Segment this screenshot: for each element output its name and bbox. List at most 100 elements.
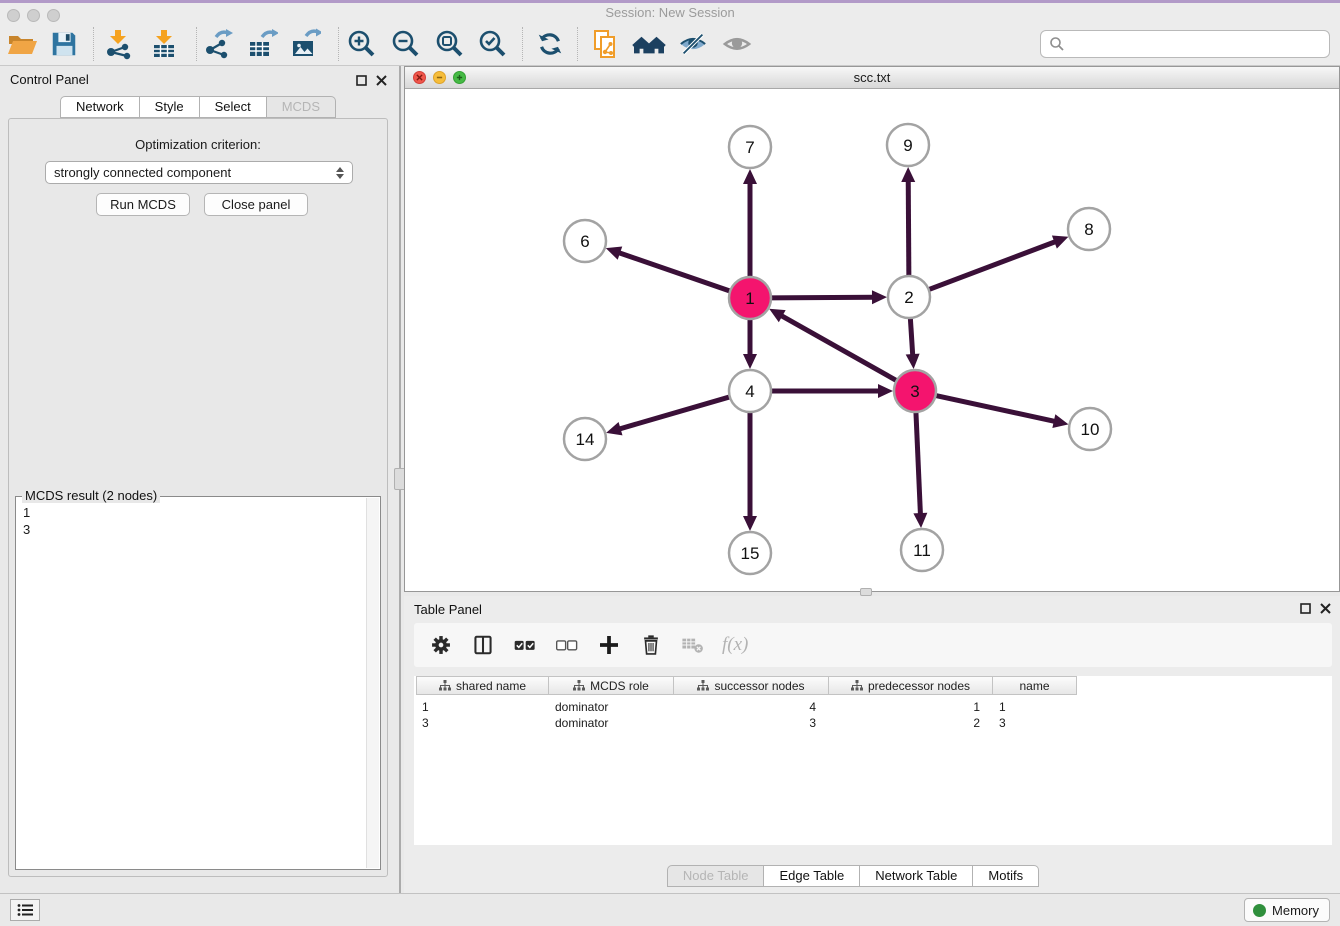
- open-file-button[interactable]: [4, 26, 40, 62]
- cell-predecessor-nodes[interactable]: 1: [829, 699, 993, 715]
- column-layout-button[interactable]: [470, 632, 496, 658]
- delete-table-button[interactable]: [680, 632, 706, 658]
- import-network-icon: [102, 28, 134, 60]
- tab-edge-table[interactable]: Edge Table: [764, 865, 860, 887]
- first-neighbors-button[interactable]: [631, 26, 667, 62]
- cell-successor-nodes[interactable]: 3: [674, 715, 829, 731]
- tab-motifs[interactable]: Motifs: [973, 865, 1039, 887]
- zoom-in-button[interactable]: [344, 26, 380, 62]
- hide-selected-button[interactable]: [675, 26, 711, 62]
- network-window-titlebar[interactable]: scc.txt: [405, 67, 1339, 89]
- window-title: Session: New Session: [0, 5, 1340, 20]
- cell-name[interactable]: 1: [993, 699, 1077, 715]
- network-canvas[interactable]: 7968124314101511: [405, 89, 1339, 591]
- hierarchy-icon: [851, 680, 863, 691]
- edge-arrowhead: [1052, 414, 1068, 428]
- zoom-fit-button[interactable]: [432, 26, 468, 62]
- import-network-button[interactable]: [100, 26, 136, 62]
- cell-mcds-role[interactable]: dominator: [549, 715, 674, 731]
- edge-3-1[interactable]: [780, 315, 899, 382]
- edge-1-6[interactable]: [617, 252, 732, 292]
- import-table-button[interactable]: [146, 26, 182, 62]
- control-panel: Control Panel Network Style Select MCDS …: [0, 66, 396, 893]
- edge-1-2[interactable]: [769, 297, 875, 298]
- zoom-selected-button[interactable]: [475, 26, 511, 62]
- cell-predecessor-nodes[interactable]: 2: [829, 715, 993, 731]
- edge-arrowhead: [901, 167, 915, 182]
- network-view-window: scc.txt 7968124314101511: [404, 66, 1340, 592]
- edge-arrowhead: [1052, 236, 1069, 249]
- export-network-button[interactable]: [200, 26, 236, 62]
- refresh-layout-button[interactable]: [532, 26, 568, 62]
- cell-shared-name[interactable]: 3: [416, 715, 549, 731]
- column-header-predecessor-nodes[interactable]: predecessor nodes: [829, 676, 993, 695]
- tab-mcds[interactable]: MCDS: [267, 96, 336, 118]
- mcds-result-list[interactable]: 1 3: [23, 504, 360, 538]
- tab-network[interactable]: Network: [60, 96, 140, 118]
- optimization-criterion-select[interactable]: strongly connected component: [45, 161, 353, 184]
- export-table-button[interactable]: [244, 26, 280, 62]
- edge-3-10[interactable]: [934, 395, 1057, 422]
- export-image-button[interactable]: [287, 26, 323, 62]
- column-header-name[interactable]: name: [993, 676, 1077, 695]
- clone-network-button[interactable]: [587, 26, 623, 62]
- cell-shared-name[interactable]: 1: [416, 699, 549, 715]
- unchecked-checkboxes-icon: [555, 634, 579, 656]
- tab-node-table[interactable]: Node Table: [667, 865, 765, 887]
- eye-icon: [721, 29, 753, 59]
- function-builder-button[interactable]: f(x): [722, 634, 748, 656]
- float-panel-icon[interactable]: [354, 73, 368, 87]
- edge-4-14[interactable]: [618, 396, 732, 429]
- table-settings-button[interactable]: [428, 632, 454, 658]
- tab-style[interactable]: Style: [140, 96, 200, 118]
- table-panel: Table Panel: [404, 596, 1340, 893]
- horizontal-splitter-grip[interactable]: [860, 588, 872, 596]
- float-table-panel-icon[interactable]: [1298, 601, 1312, 615]
- column-header-mcds-role[interactable]: MCDS role: [549, 676, 674, 695]
- column-header-shared-name[interactable]: shared name: [416, 676, 549, 695]
- save-session-button[interactable]: [46, 26, 82, 62]
- close-table-panel-icon[interactable]: [1318, 601, 1332, 615]
- add-column-button[interactable]: [596, 632, 622, 658]
- cell-successor-nodes[interactable]: 4: [674, 699, 829, 715]
- columns-icon: [472, 634, 494, 656]
- deselect-all-columns-button[interactable]: [554, 632, 580, 658]
- cell-mcds-role[interactable]: dominator: [549, 699, 674, 715]
- network-graph: 7968124314101511: [405, 89, 1339, 591]
- gear-icon: [430, 634, 452, 656]
- tab-network-table[interactable]: Network Table: [860, 865, 973, 887]
- mcds-result-title: MCDS result (2 nodes): [22, 488, 160, 503]
- close-panel-icon[interactable]: [374, 73, 388, 87]
- list-icon: [17, 903, 33, 917]
- network-window-title: scc.txt: [405, 70, 1339, 85]
- table-row[interactable]: 3 dominator 3 2 3: [416, 715, 1077, 731]
- edge-3-11[interactable]: [916, 410, 921, 516]
- cell-name[interactable]: 3: [993, 715, 1077, 731]
- result-scrollbar[interactable]: [366, 498, 379, 868]
- zoom-fit-icon: [434, 28, 466, 60]
- select-all-columns-button[interactable]: [512, 632, 538, 658]
- export-network-icon: [202, 28, 234, 60]
- main-toolbar: [0, 22, 1340, 66]
- zoom-out-button[interactable]: [388, 26, 424, 62]
- task-history-button[interactable]: [10, 899, 40, 921]
- titlebar: Session: New Session: [0, 3, 1340, 22]
- mcds-panel-body: Optimization criterion: strongly connect…: [8, 118, 388, 877]
- close-panel-button[interactable]: Close panel: [204, 193, 308, 216]
- edge-2-9[interactable]: [908, 179, 909, 278]
- edge-arrowhead: [606, 246, 622, 259]
- search-input[interactable]: [1040, 30, 1330, 58]
- column-header-successor-nodes[interactable]: successor nodes: [674, 676, 829, 695]
- table-row[interactable]: 1 dominator 4 1 1: [416, 699, 1077, 715]
- show-all-button[interactable]: [719, 26, 755, 62]
- edge-2-8[interactable]: [927, 241, 1057, 290]
- application-window: Session: New Session: [0, 0, 1340, 926]
- memory-button[interactable]: Memory: [1244, 898, 1330, 922]
- edge-2-3[interactable]: [910, 316, 913, 357]
- delete-column-button[interactable]: [638, 632, 664, 658]
- run-mcds-button[interactable]: Run MCDS: [96, 193, 190, 216]
- tab-select[interactable]: Select: [200, 96, 267, 118]
- control-panel-title: Control Panel: [10, 72, 89, 87]
- node-label-14: 14: [576, 430, 595, 449]
- plus-icon: [597, 633, 621, 657]
